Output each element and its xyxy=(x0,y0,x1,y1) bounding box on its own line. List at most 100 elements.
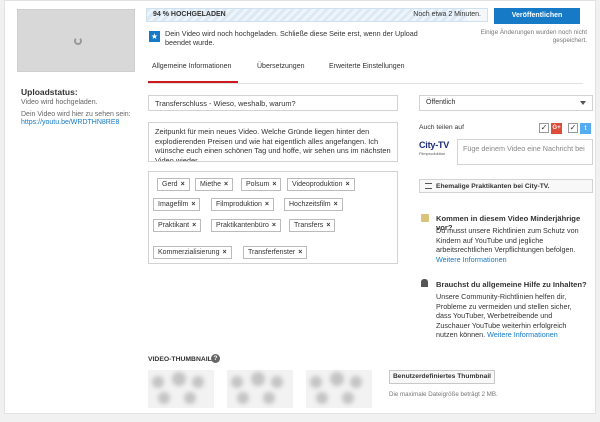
thumbnails-label: VIDEO-THUMBNAILS xyxy=(148,356,217,363)
thumbnail-option[interactable] xyxy=(227,370,293,408)
playlist-button[interactable]: Ehemalige Praktikanten bei City-TV. xyxy=(419,179,593,193)
tag-label: Transfers xyxy=(294,222,324,229)
tab-divider xyxy=(148,83,583,84)
thumbnail-placeholder-blob xyxy=(330,372,344,386)
tab-translations[interactable]: Übersetzungen xyxy=(257,63,304,70)
thumbnail-placeholder-blob xyxy=(192,376,204,388)
tag-chip: Praktikantenbüro × xyxy=(211,219,282,232)
thumbnail-placeholder-blob xyxy=(310,376,322,388)
video-link-label: Dein Video wird hier zu sehen sein: xyxy=(21,111,131,118)
thumbnail-placeholder-blob xyxy=(263,392,275,404)
upload-status-text: Video wird hochgeladen. xyxy=(21,99,98,106)
thumbnail-placeholder-blob xyxy=(158,392,170,404)
upload-status-label: Uploadstatus: xyxy=(21,87,78,97)
publish-button[interactable]: Veröffentlichen xyxy=(494,8,580,24)
minors-body: Du musst unsere Richtlinien zum Schutz v… xyxy=(436,226,579,254)
minors-info: Du musst unsere Richtlinien zum Schutz v… xyxy=(436,226,588,264)
tag-chip: Transferfenster × xyxy=(243,246,308,259)
tag-label: Gerd xyxy=(162,181,178,188)
thumbnail-option[interactable] xyxy=(306,370,372,408)
remove-tag-icon[interactable]: × xyxy=(192,222,196,229)
help-info: Unsere Community-Richtlinien helfen dir,… xyxy=(436,292,588,340)
upload-card: Uploadstatus: Video wird hochgeladen. De… xyxy=(4,0,596,414)
tag-chip: Polsum × xyxy=(241,178,282,191)
tag-label: Videoproduktion xyxy=(292,181,343,188)
help-more-info-link[interactable]: Weitere Informationen xyxy=(487,330,558,339)
thumbnail-placeholder-blob xyxy=(350,376,362,388)
tag-chip: Transfers × xyxy=(289,219,336,232)
tab-advanced-settings[interactable]: Erweiterte Einstellungen xyxy=(329,63,405,70)
remove-tag-icon[interactable]: × xyxy=(326,222,330,229)
tag-chip: Videoproduktion × xyxy=(287,178,355,191)
description-textarea[interactable]: Zeitpunkt für mein neues Video. Welche G… xyxy=(148,122,398,162)
tag-label: Imagefilm xyxy=(158,201,189,208)
tag-label: Miethe xyxy=(200,181,222,188)
tag-label: Hochzeitsfilm xyxy=(289,201,331,208)
thumbnail-placeholder-blob xyxy=(271,376,283,388)
share-twitter-checkbox[interactable]: ✓ xyxy=(568,123,578,133)
tags-input[interactable]: Gerd × Miethe × Polsum × Videoproduktion × I… xyxy=(148,171,398,264)
remove-tag-icon[interactable]: × xyxy=(334,201,338,208)
star-icon: ★ xyxy=(149,31,160,42)
channel-logo: City-TV Filmproduktion xyxy=(419,140,455,163)
tag-chip: Imagefilm × xyxy=(153,198,201,211)
minors-more-info-link[interactable]: Weitere Informationen xyxy=(436,255,507,264)
channel-name: City-TV xyxy=(419,140,450,150)
tab-general-info[interactable]: Allgemeine Informationen xyxy=(152,63,242,70)
tag-chip: Miethe × xyxy=(195,178,234,191)
remove-tag-icon[interactable]: × xyxy=(272,181,276,188)
video-link[interactable]: https://youtu.be/WRDTHN8RE8 xyxy=(21,119,119,126)
lightbulb-icon xyxy=(421,279,428,287)
thumbnail-placeholder-blob xyxy=(237,392,249,404)
tag-label: Praktikant xyxy=(158,222,190,229)
twitter-icon: t xyxy=(580,123,591,134)
remove-tag-icon[interactable]: × xyxy=(298,249,302,256)
chevron-down-icon xyxy=(580,101,586,105)
custom-thumbnail-button[interactable]: Benutzerdefiniertes Thumbnail xyxy=(389,370,495,384)
loading-spinner-icon xyxy=(74,37,82,45)
thumbnail-placeholder-blob xyxy=(152,376,164,388)
remove-tag-icon[interactable]: × xyxy=(265,201,269,208)
remove-tag-icon[interactable]: × xyxy=(191,201,195,208)
tag-label: Transferfenster xyxy=(248,249,296,256)
share-gplus-checkbox[interactable]: ✓ xyxy=(539,123,549,133)
tag-label: Filmproduktion xyxy=(216,201,262,208)
tag-label: Praktikantenbüro xyxy=(216,222,269,229)
unsaved-changes-hint: Einige Änderungen wurden noch nicht gesp… xyxy=(480,29,587,44)
remove-tag-icon[interactable]: × xyxy=(272,222,276,229)
tag-chip: Kommerzialisierung × xyxy=(153,246,232,259)
thumbnail-placeholder-blob xyxy=(172,372,186,386)
share-label: Auch teilen auf xyxy=(419,124,464,131)
tag-chip: Hochzeitsfilm × xyxy=(284,198,343,211)
channel-subtitle: Filmproduktion xyxy=(419,151,446,156)
upload-time-remaining: Noch etwa 2 Minuten. xyxy=(413,11,481,18)
share-message-input[interactable]: Füge deinem Video eine Nachricht bei xyxy=(457,139,593,165)
video-preview xyxy=(17,9,135,72)
thumbnail-option[interactable] xyxy=(148,370,214,408)
privacy-select[interactable]: Öffentlich xyxy=(419,95,593,111)
remove-tag-icon[interactable]: × xyxy=(224,181,228,188)
title-input[interactable]: Transferschluss - Wieso, weshalb, warum? xyxy=(148,95,398,111)
remove-tag-icon[interactable]: × xyxy=(181,181,185,188)
playlist-label: Ehemalige Praktikanten bei City-TV. xyxy=(436,183,550,190)
tag-chip: Gerd × xyxy=(157,178,190,191)
privacy-value: Öffentlich xyxy=(426,99,456,106)
tag-label: Kommerzialisierung xyxy=(158,249,220,256)
remove-tag-icon[interactable]: × xyxy=(222,249,226,256)
thumbnail-placeholder-blob xyxy=(342,392,354,404)
tag-chip: Filmproduktion × xyxy=(211,198,275,211)
upload-notice: Dein Video wird noch hochgeladen. Schlie… xyxy=(165,29,418,47)
remove-tag-icon[interactable]: × xyxy=(345,181,349,188)
thumbnail-placeholder-blob xyxy=(231,376,243,388)
upload-progress-label: 94 % HOCHGELADEN xyxy=(153,11,226,18)
shield-icon xyxy=(421,214,429,222)
google-plus-icon: G+ xyxy=(551,123,562,134)
thumbnail-placeholder-blob xyxy=(251,372,265,386)
tag-chip: Praktikant × xyxy=(153,219,202,232)
help-title: Brauchst du allgemeine Hilfe zu Inhalten… xyxy=(436,280,587,289)
max-file-size-hint: Die maximale Dateigröße beträgt 2 MB. xyxy=(389,391,498,398)
thumbnail-placeholder-blob xyxy=(316,392,328,404)
playlist-icon xyxy=(425,183,432,189)
tag-label: Polsum xyxy=(246,181,270,188)
help-icon[interactable]: ? xyxy=(211,354,220,363)
